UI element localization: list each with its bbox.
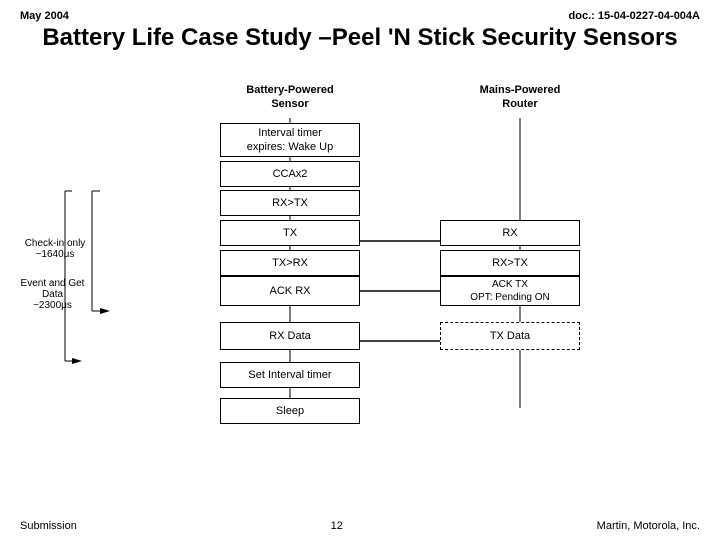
footer-left: Submission bbox=[20, 520, 77, 532]
main-title: Battery Life Case Study –Peel 'N Stick S… bbox=[20, 24, 700, 53]
check-in-label: Check-in only ~1640μs bbox=[20, 238, 90, 260]
rxtx-box: RX>TX bbox=[220, 190, 360, 216]
tx-box: TX bbox=[220, 220, 360, 246]
ack-rx-box: ACK RX bbox=[220, 276, 360, 306]
page: May 2004 doc.: 15-04-0227-04-004A Batter… bbox=[0, 0, 720, 540]
footer-center: 12 bbox=[331, 520, 343, 532]
header-row: May 2004 doc.: 15-04-0227-04-004A bbox=[20, 10, 700, 22]
rx-data-box: RX Data bbox=[220, 322, 360, 350]
txrx-box: TX>RX bbox=[220, 250, 360, 276]
event-get-data-label: Event and Get Data ~2300μs bbox=[20, 278, 85, 311]
diagram-svg bbox=[20, 63, 700, 463]
interval-timer-box: Interval timerexpires: Wake Up bbox=[220, 123, 360, 157]
rxtx2-box: RX>TX bbox=[440, 250, 580, 276]
header-left: May 2004 bbox=[20, 10, 69, 22]
sensor-header: Battery-Powered Sensor bbox=[210, 83, 370, 112]
set-interval-box: Set Interval timer bbox=[220, 362, 360, 388]
footer: Submission 12 Martin, Motorola, Inc. bbox=[20, 520, 700, 532]
sleep-box: Sleep bbox=[220, 398, 360, 424]
ack-tx-box: ACK TXOPT: Pending ON bbox=[440, 276, 580, 306]
tx-data-box: TX Data bbox=[440, 322, 580, 350]
router-header: Mains-Powered Router bbox=[440, 83, 600, 112]
rx-box: RX bbox=[440, 220, 580, 246]
diagram-area: Battery-Powered Sensor Mains-Powered Rou… bbox=[20, 63, 700, 463]
footer-right: Martin, Motorola, Inc. bbox=[597, 520, 700, 532]
header-right: doc.: 15-04-0227-04-004A bbox=[569, 10, 700, 22]
ccax2-box: CCAx2 bbox=[220, 161, 360, 187]
